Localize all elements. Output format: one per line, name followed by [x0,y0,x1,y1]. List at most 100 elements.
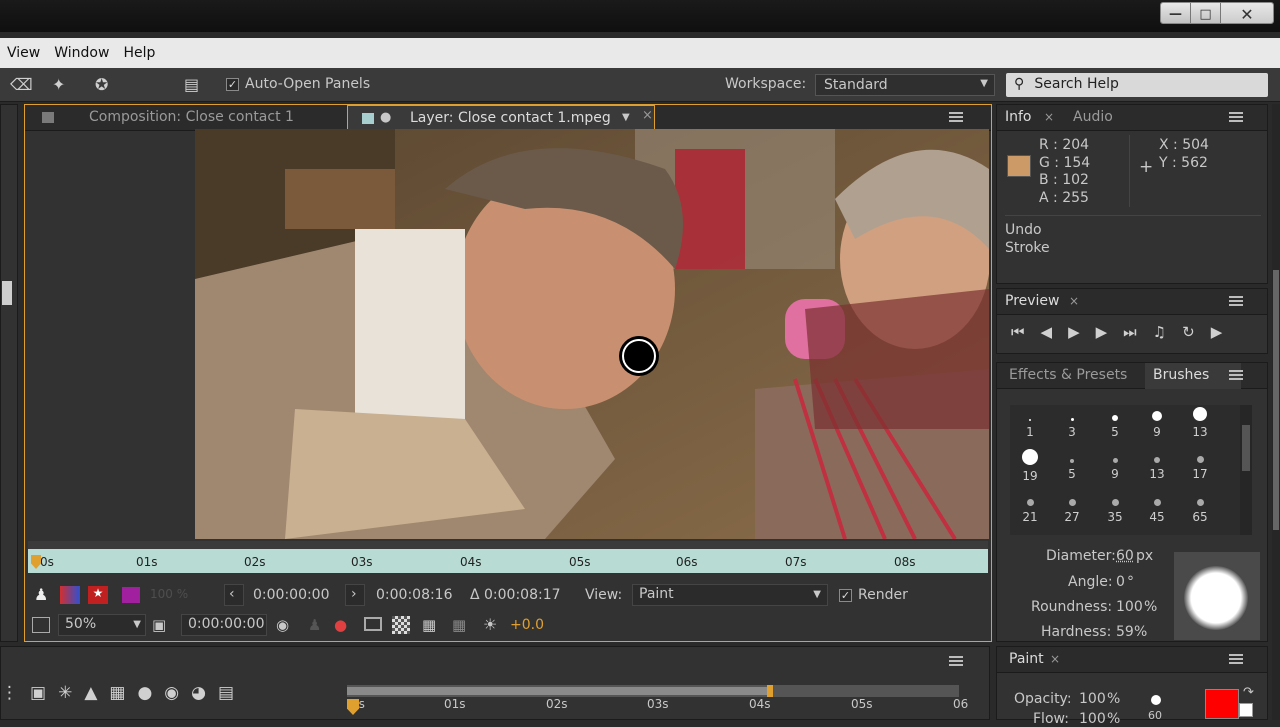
opacity-value[interactable]: 100 [1079,691,1106,707]
panel-menu-icon[interactable] [1229,370,1243,380]
color-label-swatch[interactable] [122,587,140,603]
close-tab-icon[interactable]: × [1069,294,1079,308]
workspace-select[interactable]: Standard ▼ [815,74,995,96]
shy-layers-icon[interactable]: ▲ [84,683,97,703]
panel-menu-icon[interactable] [1229,654,1243,664]
brush-tip-3[interactable]: 3 [1052,413,1092,439]
exposure-value[interactable]: +0.0 [510,617,544,633]
sidebar-scroll-handle[interactable] [2,281,12,305]
color-channels-icon[interactable]: ● [334,616,347,634]
tab-preview[interactable]: Preview [1005,293,1060,309]
view-select[interactable]: Paint ▼ [632,584,828,606]
work-area-bar[interactable] [347,685,959,697]
menu-window[interactable]: Window [47,45,116,61]
chevron-down-icon[interactable]: ▼ [622,112,630,123]
brush-tip-soft-9[interactable]: 9 [1095,455,1135,481]
puppet-pin-tool-icon[interactable]: ✪ [95,75,108,94]
show-snapshot-icon[interactable]: ♟ [308,616,321,634]
fit-icon[interactable]: ▣ [152,616,166,634]
loop-icon[interactable]: ↻ [1182,323,1195,341]
magnification-select[interactable]: 50% ▼ [58,614,146,636]
brush-tip-soft-35[interactable]: 35 [1095,498,1135,524]
toggle-view-icon[interactable]: ▦ [452,616,466,634]
tab-paint[interactable]: Paint [1009,651,1044,667]
exposure-icon[interactable]: ☀ [483,615,497,634]
panel-menu-icon[interactable] [1229,112,1243,122]
brush-grid-scrollbar[interactable] [1240,405,1252,535]
timeline-switches-icon[interactable]: ▤ [218,683,234,703]
eraser-tool-icon[interactable]: ⌫ [10,75,33,94]
puppet-icon[interactable]: ♟ [34,585,48,604]
channel-icon[interactable] [60,586,80,604]
work-area-end-handle[interactable] [767,685,773,697]
search-help-input[interactable]: ⚲ Search Help [1006,73,1268,97]
right-scrollbar[interactable] [1272,104,1280,720]
in-time[interactable]: 0:00:00:00 [253,587,330,603]
close-tab-icon[interactable]: × [1044,110,1054,124]
roundness-value[interactable]: 100 [1116,599,1143,615]
grid-guides-icon[interactable]: ▦ [422,616,436,634]
transparency-grid-icon[interactable] [392,616,410,634]
panel-menu-icon[interactable] [1229,296,1243,306]
timeline-playhead[interactable] [347,699,359,715]
ram-preview-icon[interactable]: ▶ [1211,323,1223,341]
menu-help[interactable]: Help [116,45,162,61]
tab-audio[interactable]: Audio [1073,109,1113,125]
close-button[interactable]: ✕ [1221,3,1273,23]
render-checkbox[interactable]: ✓ [839,588,852,603]
background-color-swatch[interactable] [1239,703,1253,717]
mute-icon[interactable]: ♫ [1153,323,1166,341]
motion-blur-icon[interactable]: ● [137,683,152,703]
brush-tip-soft-65[interactable]: 65 [1180,498,1220,524]
scrollbar-thumb[interactable] [1242,425,1250,471]
tab-info[interactable]: Info [1005,109,1032,125]
brush-tip-soft-17[interactable]: 17 [1180,455,1220,481]
tab-effects-presets[interactable]: Effects & Presets [1009,367,1127,383]
panel-menu-icon[interactable] [949,112,963,122]
panel-menu-icon[interactable] [949,656,963,666]
auto-open-panels-checkbox[interactable]: ✓ [226,77,239,92]
out-time[interactable]: 0:00:08:16 [376,587,453,603]
menu-view[interactable]: View [0,45,47,61]
scrollbar-thumb[interactable] [1273,270,1279,530]
brush-tip-9[interactable]: 9 [1137,411,1177,439]
roto-brush-tool-icon[interactable]: ✦ [52,75,65,94]
flow-value[interactable]: 100 [1079,711,1106,727]
brush-tip-19[interactable]: 19 [1010,449,1050,483]
layer-time-ruler[interactable]: 0s 01s 02s 03s 04s 05s 06s 07s 08s [28,541,988,573]
close-tab-icon[interactable]: × [642,108,653,123]
set-in-point-button[interactable]: ‹ [224,584,244,606]
brush-tip-1[interactable]: 1 [1010,413,1050,439]
foreground-color-swatch[interactable] [1205,689,1239,719]
region-of-interest-icon[interactable] [364,617,382,631]
panel-toggle-icon[interactable]: ▤ [184,75,199,94]
brush-tip-soft-21[interactable]: 21 [1010,498,1050,524]
camera-icon[interactable]: ◉ [276,616,289,634]
hardness-value[interactable]: 59 [1116,624,1134,640]
brush-tip-5[interactable]: 5 [1095,413,1135,439]
always-preview-icon[interactable] [32,617,50,633]
close-tab-icon[interactable]: × [1050,652,1060,666]
alpha-icon[interactable]: ★ [88,586,108,604]
brush-tip-soft-27[interactable]: 27 [1052,498,1092,524]
brush-tip-soft-45[interactable]: 45 [1137,498,1177,524]
work-area-range[interactable] [347,687,771,695]
draft-3d-icon[interactable]: ✳ [58,683,72,703]
video-frame[interactable] [195,129,989,539]
diameter-value[interactable]: 60 [1116,548,1134,564]
current-time-field[interactable]: 0:00:00:00 [181,614,267,636]
tab-composition[interactable]: Composition: Close contact 1 [89,109,294,125]
tab-layer-active[interactable]: ● Layer: Close contact 1.mpeg ▼ [347,105,655,131]
angle-value[interactable]: 0 [1116,574,1125,590]
brush-tip-soft-5[interactable]: 5 [1052,455,1092,481]
brush-tip-soft-13[interactable]: 13 [1137,455,1177,481]
last-frame-icon[interactable]: ⏭ [1123,323,1137,341]
graph-editor-icon[interactable]: ◉ [164,683,179,703]
brush-tip-13[interactable]: 13 [1180,407,1220,439]
timeline-icon[interactable]: ⋮ [1,683,18,703]
previous-frame-icon[interactable]: ◀ [1041,323,1053,341]
first-frame-icon[interactable]: ⏮ [1011,323,1025,341]
next-frame-icon[interactable]: ▶ [1096,323,1108,341]
tab-brushes-active[interactable]: Brushes [1145,363,1241,389]
minimize-button[interactable]: — [1161,3,1191,23]
